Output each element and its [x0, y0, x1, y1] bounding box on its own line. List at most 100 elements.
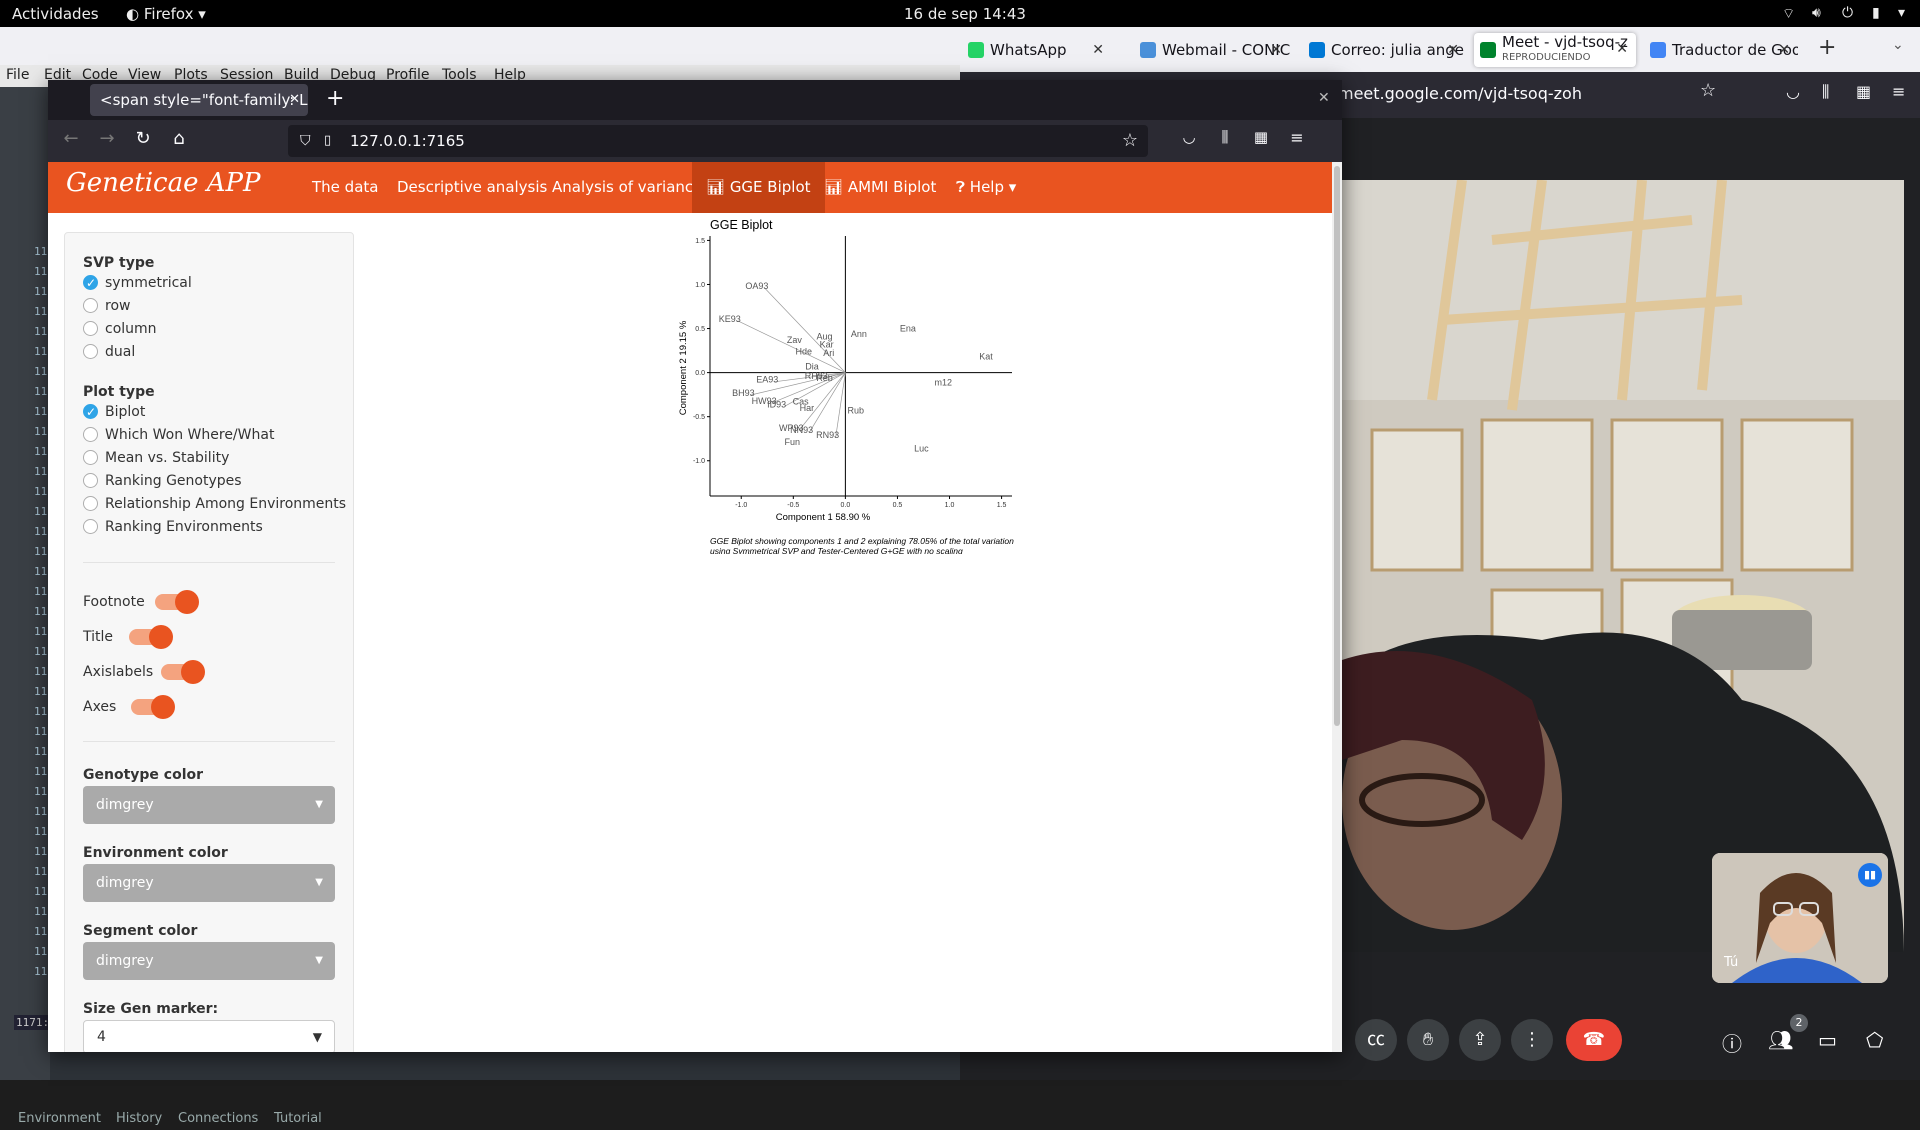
axes-switch[interactable]	[131, 695, 175, 719]
app-brand[interactable]: Geneticae APP	[66, 168, 261, 198]
radio-icon[interactable]	[83, 496, 98, 511]
plot-option-mean-stability[interactable]: Mean vs. Stability	[83, 448, 229, 468]
close-tab-icon[interactable]: ✕	[1447, 33, 1459, 67]
present-screen-icon[interactable]: ⇪	[1459, 1019, 1501, 1061]
tab-history[interactable]: History	[116, 1111, 162, 1126]
radio-icon[interactable]	[83, 473, 98, 488]
segment-color-select[interactable]: dimgrey ▼	[83, 942, 335, 980]
page-info-icon[interactable]: ▯	[324, 125, 331, 157]
environment-color-select[interactable]: dimgrey ▼	[83, 864, 335, 902]
url-bar[interactable]: ⛉ ▯ 127.0.0.1:7165 ☆	[288, 125, 1148, 157]
tab-connections[interactable]: Connections	[178, 1111, 258, 1126]
tab-shiny-app[interactable]: <span style="font-family: Lot ✕	[90, 84, 308, 116]
tab-meet[interactable]: Meet - vjd-tsoq-z REPRODUCIENDO ✕	[1474, 33, 1636, 67]
captions-icon[interactable]: ㏄	[1355, 1019, 1397, 1061]
reload-icon[interactable]: ↻	[130, 128, 156, 149]
console-line-number: 11	[34, 285, 48, 298]
volume-icon[interactable]: 🔊︎	[1812, 5, 1821, 21]
plot-option-which-won[interactable]: Which Won Where/What	[83, 425, 274, 445]
svp-option-dual[interactable]: dual	[83, 342, 135, 362]
tab-translator[interactable]: Traductor de Goo ✕	[1644, 33, 1798, 67]
grid-icon[interactable]: ▦	[1248, 128, 1274, 146]
radio-checked-icon[interactable]	[83, 402, 98, 422]
nav-gge-biplot[interactable]: 📊︎ GGE Biplot	[692, 162, 825, 213]
forward-icon[interactable]: →	[94, 128, 120, 149]
radio-icon[interactable]	[83, 519, 98, 534]
power-icon[interactable]: ⏻	[1842, 5, 1853, 21]
radio-icon[interactable]	[83, 298, 98, 313]
bookmark-star-icon[interactable]: ☆	[1700, 80, 1716, 101]
genotype-color-select[interactable]: dimgrey ▼	[83, 786, 335, 824]
plot-option-relationship-env[interactable]: Relationship Among Environments	[83, 494, 346, 514]
tab-whatsapp[interactable]: WhatsApp ✕	[962, 33, 1112, 67]
nav-ammi-biplot[interactable]: 📊︎ AMMI Biplot	[810, 162, 950, 213]
raise-hand-icon[interactable]: ✋︎	[1407, 1019, 1449, 1061]
library-icon[interactable]: ⫼	[1822, 82, 1829, 102]
menu-icon[interactable]: ≡	[1892, 82, 1905, 101]
size-gen-marker-select[interactable]: 4 ▼	[83, 1020, 335, 1052]
pocket-icon[interactable]: ◡	[1176, 128, 1202, 146]
end-call-icon[interactable]: ☎︎	[1566, 1019, 1622, 1061]
menu-icon[interactable]: ≡	[1284, 128, 1310, 147]
firefox-app-menu[interactable]: ◐ Firefox ▾	[126, 5, 206, 23]
wifi-icon[interactable]: ⌔	[1782, 5, 1795, 23]
clock[interactable]: 16 de sep 14:43	[904, 5, 1026, 23]
activities-icon[interactable]: ⬠	[1866, 1028, 1883, 1052]
meet-main-video[interactable]	[1342, 180, 1904, 952]
plot-option-biplot[interactable]: Biplot	[83, 402, 145, 422]
close-tab-icon[interactable]: ✕	[1092, 33, 1104, 67]
svp-option-column[interactable]: column	[83, 319, 157, 339]
tab-correo[interactable]: Correo: julia ange ✕	[1303, 33, 1467, 67]
svp-option-row[interactable]: row	[83, 296, 130, 316]
library-icon[interactable]: ⫼	[1212, 128, 1238, 146]
pocket-icon[interactable]: ◡	[1786, 82, 1800, 101]
chat-icon[interactable]: ▭	[1818, 1028, 1837, 1052]
svp-option-symmetrical[interactable]: symmetrical	[83, 273, 192, 293]
nav-help[interactable]: ❓︎ Help ▾	[942, 162, 1030, 213]
meeting-info-icon[interactable]: ⓘ	[1722, 1028, 1742, 1057]
bookmark-star-icon[interactable]: ☆	[1122, 125, 1138, 157]
menu-file[interactable]: File	[6, 67, 29, 83]
close-tab-icon[interactable]: ✕	[289, 84, 300, 116]
radio-icon[interactable]	[83, 427, 98, 442]
close-window-icon[interactable]: ✕	[1318, 90, 1330, 106]
plot-option-ranking-env[interactable]: Ranking Environments	[83, 517, 263, 537]
radio-icon[interactable]	[83, 321, 98, 336]
new-tab-icon[interactable]: +	[326, 86, 344, 111]
new-tab-icon[interactable]: +	[1818, 35, 1836, 60]
battery-icon[interactable]: ▮	[1872, 5, 1880, 21]
radio-checked-icon[interactable]	[83, 273, 98, 293]
self-view-tile[interactable]: Tú ▮▮	[1712, 853, 1888, 983]
grid-icon[interactable]: ▦	[1856, 82, 1871, 101]
tab-environment[interactable]: Environment	[18, 1111, 101, 1126]
axislabels-switch[interactable]	[161, 660, 205, 684]
title-switch[interactable]	[129, 625, 173, 649]
nav-analysis-of-variance[interactable]: Analysis of variance	[538, 162, 716, 213]
tab-list-icon[interactable]: ⌄	[1892, 37, 1904, 53]
close-tab-icon[interactable]: ✕	[1616, 33, 1628, 66]
close-tab-icon[interactable]: ✕	[1270, 33, 1282, 67]
radio-icon[interactable]	[83, 450, 98, 465]
chart-title: GGE Biplot	[710, 218, 773, 232]
footnote-switch[interactable]	[155, 590, 199, 614]
tab-webmail[interactable]: Webmail - CONIC ✕	[1134, 33, 1290, 67]
radio-icon[interactable]	[83, 344, 98, 359]
activities-button[interactable]: Actividades	[12, 5, 99, 23]
tracking-shield-icon[interactable]: ⛉	[300, 125, 311, 157]
more-options-icon[interactable]: ⋮	[1511, 1019, 1553, 1061]
system-menu-icon[interactable]: ▾	[1898, 5, 1905, 21]
page-scrollbar[interactable]	[1332, 162, 1342, 1052]
back-icon[interactable]: ←	[58, 128, 84, 149]
tab-tutorial[interactable]: Tutorial	[274, 1111, 322, 1126]
nav-the-data[interactable]: The data	[298, 162, 392, 213]
scrollbar-thumb[interactable]	[1334, 166, 1340, 726]
console-line-number: 11	[34, 265, 48, 278]
close-tab-icon[interactable]: ✕	[1778, 33, 1790, 67]
environment-color-label: Environment color	[83, 845, 228, 861]
home-icon[interactable]: ⌂	[166, 128, 192, 149]
participants-icon[interactable]: 👥︎	[1768, 1028, 1793, 1052]
plot-option-ranking-genotypes[interactable]: Ranking Genotypes	[83, 471, 242, 491]
meet-url[interactable]: meet.google.com/vjd-tsoq-zoh	[1338, 84, 1582, 103]
nav-descriptive-analysis[interactable]: Descriptive analysis	[383, 162, 561, 213]
console-lines: 11 11 11 11 11 11 11 11 11 11 11 11 11 11 11 11 11 11 11 11…	[0, 245, 50, 1045]
